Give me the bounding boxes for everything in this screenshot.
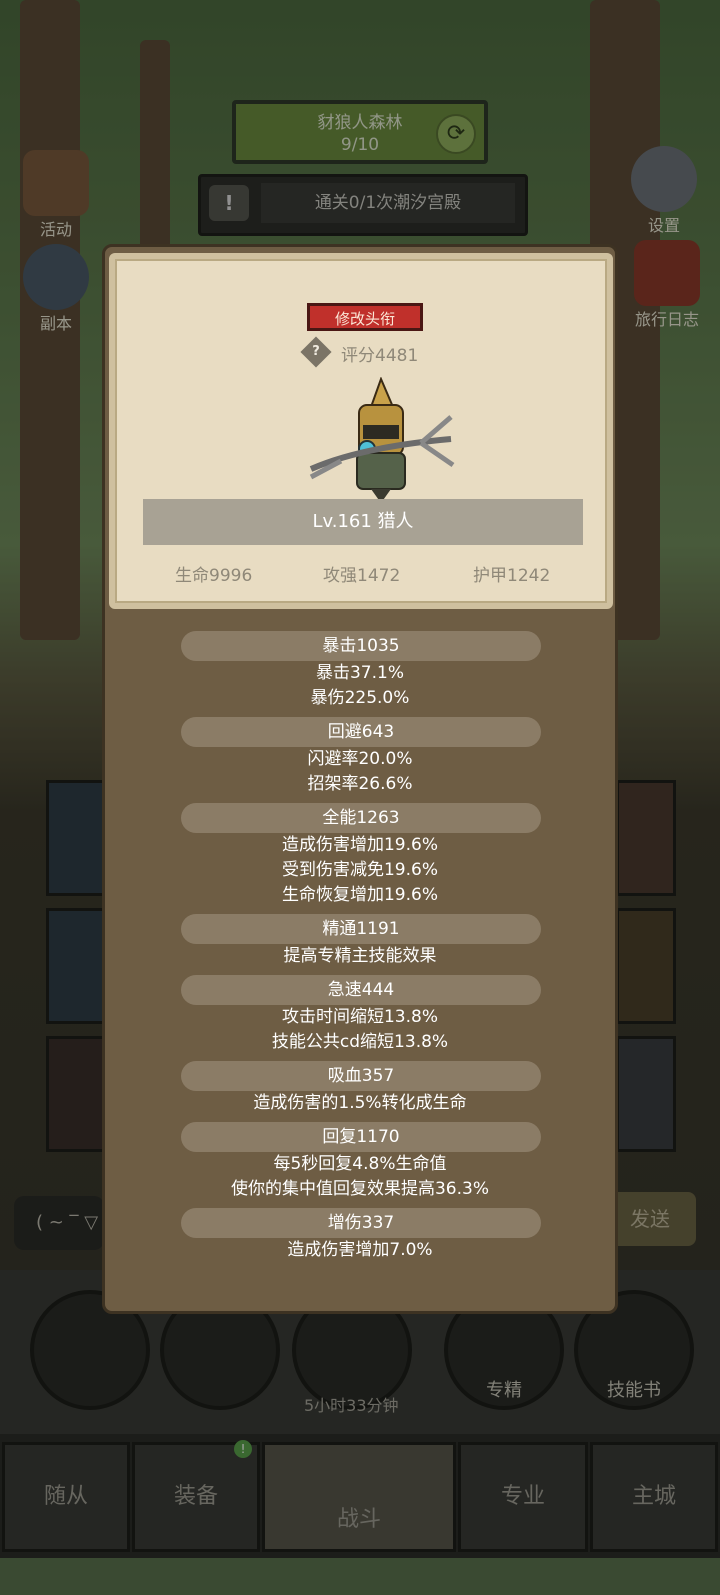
stat-header: 全能1263	[181, 803, 541, 833]
attack-stat: 攻强1472	[323, 566, 401, 586]
stat-detail: 造成伤害增加19.6%	[281, 835, 438, 855]
stat-detail: 使你的集中值回复效果提高36.3%	[230, 1179, 489, 1199]
stat-detail: 暴击37.1%	[315, 663, 404, 683]
stat-header: 增伤337	[181, 1208, 541, 1238]
hp-stat: 生命9996	[175, 566, 253, 586]
score-text: 评分4481	[341, 346, 419, 366]
stat-detail: 攻击时间缩短13.8%	[281, 1007, 438, 1027]
hunter-character-icon	[309, 377, 455, 503]
stat-header: 回复1170	[181, 1122, 541, 1152]
help-icon[interactable]: ?	[300, 336, 332, 368]
stat-header: 精通1191	[181, 914, 541, 944]
stat-detail: 技能公共cd缩短13.8%	[271, 1032, 449, 1052]
stat-header: 回避643	[181, 717, 541, 747]
stat-detail: 闪避率20.0%	[307, 749, 413, 769]
stat-header: 暴击1035	[181, 631, 541, 661]
character-card: 修改头衔 ? 评分4481 Lv.161 猎人 生命9996 攻强1472 护甲…	[109, 253, 613, 609]
stat-detail: 招架率26.6%	[307, 774, 413, 794]
stat-detail: 暴伤225.0%	[310, 688, 410, 708]
secondary-stats-list: 暴击1035 暴击37.1% 暴伤225.0% 回避643 闪避率20.0% 招架率26.…	[105, 625, 615, 1263]
change-title-button[interactable]: 修改头衔	[307, 303, 423, 331]
level-class-bar: Lv.161 猎人	[143, 499, 583, 545]
stat-detail: 每5秒回复4.8%生命值	[273, 1154, 447, 1174]
stat-detail: 受到伤害减免19.6%	[281, 860, 438, 880]
stat-detail: 造成伤害的1.5%转化成生命	[253, 1093, 467, 1113]
stat-detail: 提高专精主技能效果	[283, 946, 437, 966]
stat-header: 吸血357	[181, 1061, 541, 1091]
stat-detail: 生命恢复增加19.6%	[281, 885, 438, 905]
character-stats-dialog: 修改头衔 ? 评分4481 Lv.161 猎人 生命9996 攻强1472 护甲…	[102, 244, 618, 1314]
stat-header: 急速444	[181, 975, 541, 1005]
armor-stat: 护甲1242	[473, 566, 551, 586]
stat-detail: 造成伤害增加7.0%	[287, 1240, 433, 1260]
